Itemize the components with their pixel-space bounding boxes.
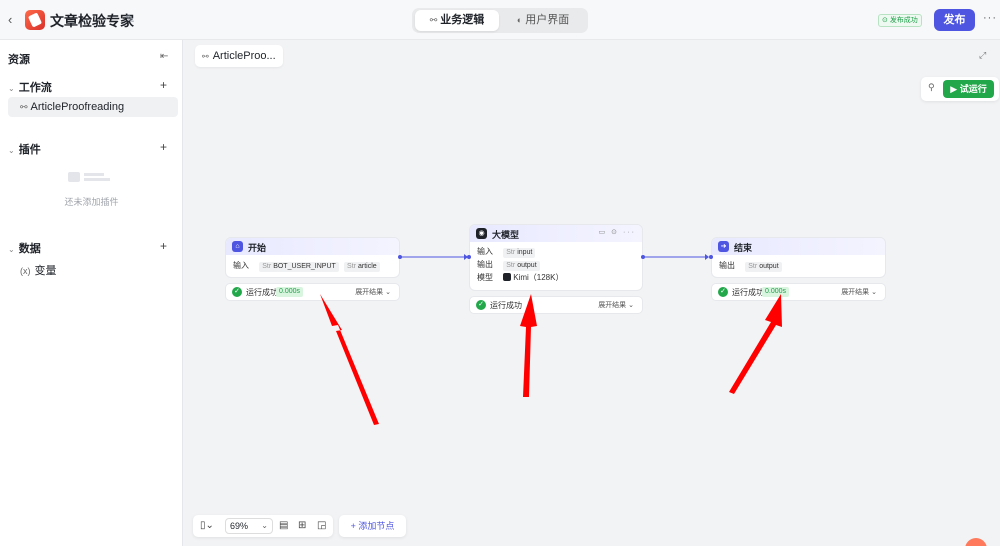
resource-sidebar: 资源 ⇤ ⌄ 工作流 + ⚯ ArticleProofreading ⌄ 插件 + 还… bbox=[0, 40, 183, 546]
add-node-button[interactable]: + 添加节点 bbox=[339, 515, 406, 537]
chevron-down-icon: ⌄ bbox=[8, 146, 15, 155]
palette-icon: ◐ bbox=[516, 15, 523, 25]
app-title: 文章检验专家 bbox=[50, 13, 134, 29]
sidebar-item-workflow[interactable]: ⚯ ArticleProofreading bbox=[8, 97, 178, 117]
minimap-icon[interactable]: ◲ bbox=[317, 520, 326, 531]
red-arrow-3 bbox=[729, 294, 782, 394]
add-data-button[interactable]: + bbox=[160, 239, 167, 253]
empty-illustration bbox=[68, 170, 112, 186]
edit-icon[interactable]: ✎ bbox=[125, 12, 135, 26]
workflow-canvas[interactable]: ⚯ ArticleProo... ⤢ ⚲ ▶ 试运行 ⌂ 开始 输入 Str BOT… bbox=[184, 40, 1000, 546]
workflow-icon: ⚯ bbox=[20, 102, 28, 112]
layout-icon[interactable]: ⊞ bbox=[298, 520, 306, 531]
canvas-toolbar: ▯⌄ 69% ⌄ ▤ ⊞ ◲ bbox=[193, 515, 333, 537]
annotation-arrows bbox=[320, 294, 782, 425]
chevron-down-icon: ⌄ bbox=[8, 245, 15, 254]
zoom-select[interactable]: 69% ⌄ bbox=[225, 518, 273, 534]
app-logo bbox=[25, 10, 45, 30]
add-plugin-button[interactable]: + bbox=[160, 140, 167, 154]
publish-button[interactable]: 发布 bbox=[934, 9, 975, 31]
plugin-empty-text: 还未添加插件 bbox=[64, 197, 119, 207]
red-arrow-2 bbox=[520, 294, 537, 397]
variable-icon: (x) bbox=[20, 266, 31, 276]
section-data[interactable]: ⌄ 数据 bbox=[8, 240, 41, 256]
comment-icon[interactable]: ▤ bbox=[279, 520, 288, 531]
section-workflow[interactable]: ⌄ 工作流 bbox=[8, 79, 52, 95]
collapse-sidebar-icon[interactable]: ⇤ bbox=[160, 51, 168, 62]
section-plugin[interactable]: ⌄ 插件 bbox=[8, 141, 41, 157]
sidebar-title: 资源 bbox=[8, 54, 30, 66]
tab-user-interface[interactable]: ◐ 用户界面 bbox=[501, 10, 585, 31]
red-arrow-1 bbox=[320, 294, 379, 425]
mouse-icon[interactable]: ▯⌄ bbox=[200, 520, 214, 531]
back-icon[interactable]: ‹ bbox=[8, 12, 12, 27]
workflow-icon: ⚯ bbox=[429, 15, 438, 25]
publish-status-badge: ⊙ 发布成功 bbox=[878, 14, 922, 27]
tab-business-logic[interactable]: ⚯ 业务逻辑 bbox=[415, 10, 499, 31]
sidebar-item-variable[interactable]: (x) 变量 bbox=[20, 262, 57, 278]
chevron-down-icon: ⌄ bbox=[8, 84, 15, 93]
mode-switch: ⚯ 业务逻辑 ◐ 用户界面 bbox=[412, 8, 588, 33]
top-bar: ‹ 文章检验专家 ✎ ⚯ 业务逻辑 ◐ 用户界面 ⊙ 发布成功 发布 ··· bbox=[0, 0, 1000, 40]
more-icon[interactable]: ··· bbox=[983, 12, 997, 24]
add-workflow-button[interactable]: + bbox=[160, 78, 167, 92]
chevron-down-icon: ⌄ bbox=[261, 521, 268, 530]
